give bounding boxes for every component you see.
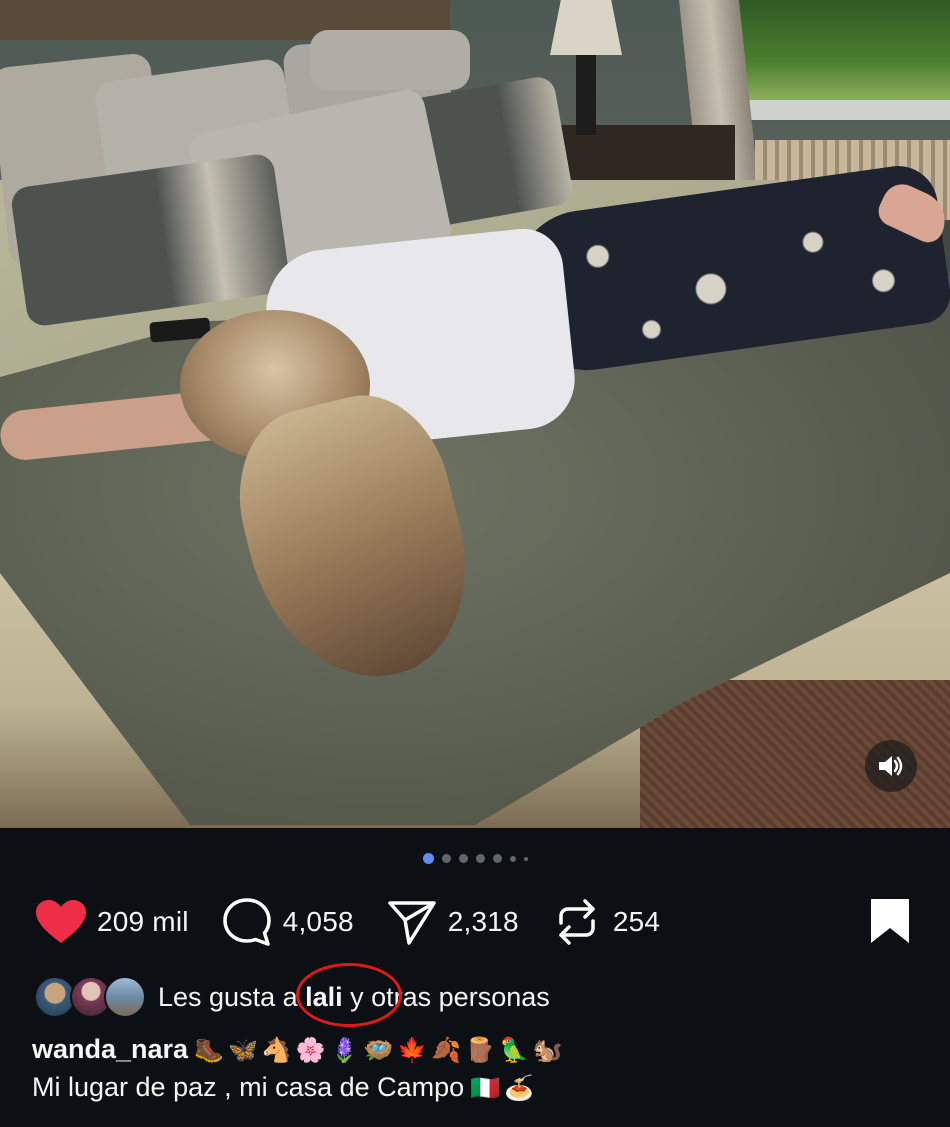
carousel-dot	[422, 853, 434, 864]
shares-count[interactable]: 2,318	[448, 906, 519, 938]
carousel-dot	[523, 856, 528, 861]
send-icon[interactable]	[386, 896, 438, 948]
repost-button[interactable]: 254	[551, 896, 660, 948]
carousel-dot	[509, 855, 516, 862]
comment-button[interactable]: 4,058	[221, 896, 354, 948]
annotation-circle	[296, 963, 402, 1027]
carousel-indicator	[0, 853, 950, 864]
speaker-icon	[879, 756, 903, 776]
reposts-count[interactable]: 254	[613, 906, 660, 938]
liked-by-row[interactable]: Les gusta a lali y otras personas	[34, 974, 550, 1020]
liked-by-avatars[interactable]	[34, 974, 146, 1020]
liked-by-prefix: Les gusta a	[158, 981, 306, 1012]
comment-icon[interactable]	[221, 896, 273, 948]
caption-body: Mi lugar de paz , mi casa de Campo 🇮🇹🍝	[32, 1072, 538, 1103]
lamp-base	[576, 55, 596, 135]
caption-line: wanda_nara 🥾🦋🐴🌸🪻🪺🍁🍂🪵🦜🐿️	[32, 1034, 567, 1065]
likes-count[interactable]: 209 mil	[97, 906, 189, 938]
bookmark-icon[interactable]	[868, 896, 912, 946]
window	[720, 0, 950, 120]
post-actions: 209 mil 4,058 2,318 254	[35, 894, 692, 950]
heart-icon[interactable]	[35, 896, 87, 948]
avatar[interactable]	[104, 976, 146, 1018]
carousel-dot	[492, 854, 502, 863]
carousel-dot	[441, 854, 451, 863]
pillow	[310, 30, 470, 90]
carousel-dot	[458, 854, 468, 863]
repost-icon[interactable]	[551, 896, 603, 948]
like-button[interactable]: 209 mil	[35, 896, 189, 948]
caption-text: Mi lugar de paz , mi casa de Campo	[32, 1072, 465, 1102]
caption-username[interactable]: wanda_nara	[32, 1034, 188, 1064]
save-button[interactable]	[868, 896, 912, 946]
mute-toggle-button[interactable]	[865, 740, 917, 792]
lamp-shade	[550, 0, 622, 55]
carousel-dot	[475, 854, 485, 863]
post-photo[interactable]	[0, 0, 950, 828]
caption-username-emojis: 🥾🦋🐴🌸🪻🪺🍁🍂🪵🦜🐿️	[194, 1036, 567, 1064]
caption-emojis: 🇮🇹🍝	[470, 1074, 538, 1102]
comments-count[interactable]: 4,058	[283, 906, 354, 938]
share-button[interactable]: 2,318	[386, 896, 519, 948]
